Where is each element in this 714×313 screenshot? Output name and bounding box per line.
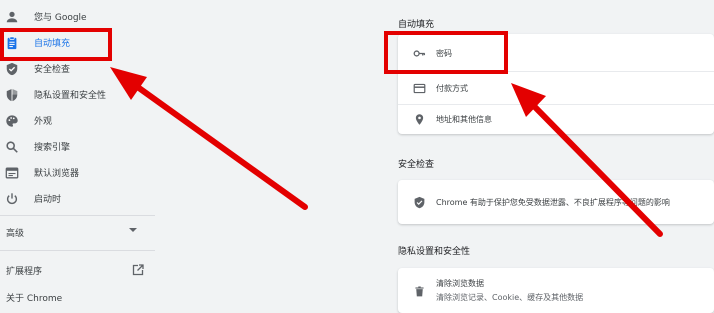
sidebar-item-default-browser[interactable]: 默认浏览器 xyxy=(0,160,155,186)
sidebar-item-label: 外观 xyxy=(34,117,53,127)
privacy-row-clear-browsing-data[interactable]: 清除浏览数据 清除浏览记录、Cookie、缓存及其他数据 xyxy=(398,272,714,308)
browser-window-icon xyxy=(4,165,20,181)
sidebar-item-label: 隐私设置和安全性 xyxy=(34,91,107,101)
safety-check-row[interactable]: Chrome 有助于保护您免受数据泄露、不良扩展程序等问题的影响 xyxy=(398,186,714,218)
sidebar-item-you-and-google[interactable]: 您与 Google xyxy=(0,4,155,30)
annotation-highlight-autofill xyxy=(0,28,112,61)
sidebar-divider xyxy=(0,250,155,251)
shield-lock-icon xyxy=(4,87,20,103)
autofill-row-addresses[interactable]: 地址和其他信息 xyxy=(398,103,714,135)
sidebar-item-search-engine[interactable]: 搜索引擎 xyxy=(0,134,155,160)
palette-icon xyxy=(4,113,20,129)
chevron-down-icon xyxy=(129,228,137,232)
sidebar-item-label: 您与 Google xyxy=(34,13,87,23)
privacy-card: 清除浏览数据 清除浏览记录、Cookie、缓存及其他数据 xyxy=(398,268,714,313)
section-title-autofill: 自动填充 xyxy=(398,20,435,30)
shield-check-icon xyxy=(412,195,426,209)
open-in-new-icon xyxy=(132,264,144,276)
sidebar-item-about-chrome[interactable]: 关于 Chrome xyxy=(6,286,151,308)
search-icon xyxy=(4,139,20,155)
row-label: 付款方式 xyxy=(436,84,468,93)
sidebar-item-label: 搜索引擎 xyxy=(34,143,71,153)
sidebar-divider xyxy=(0,215,155,216)
credit-card-icon xyxy=(412,81,426,95)
sidebar-item-label: 启动时 xyxy=(34,195,62,205)
shield-check-icon xyxy=(4,61,20,77)
trash-icon xyxy=(412,284,426,298)
sidebar-item-label: 默认浏览器 xyxy=(34,169,80,179)
autofill-row-payment-methods[interactable]: 付款方式 xyxy=(398,72,714,104)
sidebar-item-label: 安全检查 xyxy=(34,65,71,75)
row-label: 地址和其他信息 xyxy=(436,115,492,124)
sidebar-item-privacy[interactable]: 隐私设置和安全性 xyxy=(0,82,155,108)
location-pin-icon xyxy=(412,112,426,126)
safety-check-description: Chrome 有助于保护您免受数据泄露、不良扩展程序等问题的影响 xyxy=(436,198,670,207)
sidebar-item-label: 关于 Chrome xyxy=(6,293,63,304)
person-icon xyxy=(4,9,20,25)
section-title-safety-check: 安全检查 xyxy=(398,160,435,170)
sidebar-item-extensions[interactable]: 扩展程序 xyxy=(6,259,151,281)
sidebar-item-label: 扩展程序 xyxy=(6,266,43,277)
sidebar-item-on-startup[interactable]: 启动时 xyxy=(0,186,155,212)
sidebar-advanced-toggle[interactable]: 高级 xyxy=(6,221,151,243)
section-title-privacy: 隐私设置和安全性 xyxy=(398,247,471,257)
sidebar-advanced-label: 高级 xyxy=(6,228,25,239)
safety-check-card: Chrome 有助于保护您免受数据泄露、不良扩展程序等问题的影响 xyxy=(398,180,714,224)
power-icon xyxy=(4,191,20,207)
annotation-highlight-passwords xyxy=(384,31,508,74)
row-title: 清除浏览数据 xyxy=(436,279,484,288)
sidebar-item-appearance[interactable]: 外观 xyxy=(0,108,155,134)
row-subtitle: 清除浏览记录、Cookie、缓存及其他数据 xyxy=(436,293,584,302)
